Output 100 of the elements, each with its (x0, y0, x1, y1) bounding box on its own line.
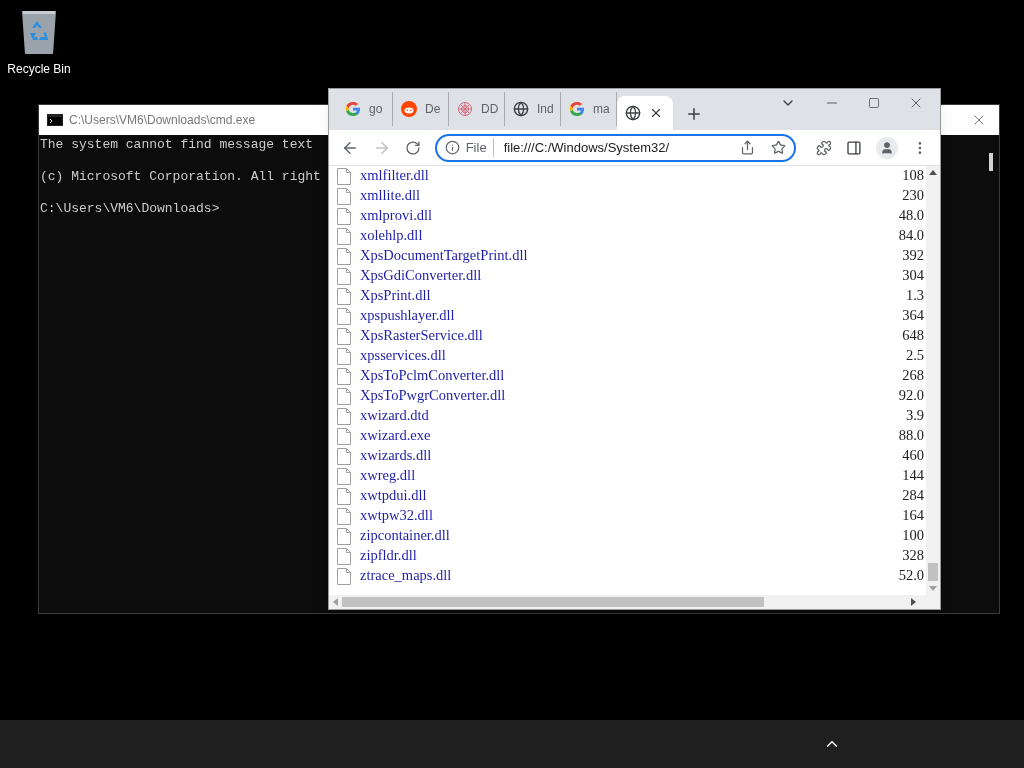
file-size: 392 (902, 246, 924, 266)
scheme-label: File (465, 137, 494, 158)
horizontal-scrollbar[interactable] (329, 595, 940, 609)
browser-tab[interactable] (617, 96, 673, 130)
file-link[interactable]: XpsToPclmConverter.dll (360, 365, 505, 387)
file-size: 648 (902, 326, 924, 346)
file-icon (337, 507, 351, 525)
file-link[interactable]: xpspushlayer.dll (360, 305, 455, 327)
browser-tab[interactable]: DD (449, 92, 505, 126)
window-title: C:\Users\VM6\Downloads\cmd.exe (69, 112, 256, 129)
file-link[interactable]: XpsGdiConverter.dll (360, 265, 482, 287)
flower-icon (457, 101, 473, 117)
vertical-scrollbar[interactable] (926, 166, 940, 595)
file-icon (337, 447, 351, 465)
side-panel-icon[interactable] (846, 139, 863, 156)
scrollbar-thumb[interactable] (342, 597, 764, 607)
google-icon (569, 101, 585, 117)
file-size: 52.0 (898, 566, 924, 586)
console-icon (47, 114, 63, 126)
file-size: 48.0 (898, 206, 924, 226)
file-link[interactable]: xwizards.dll (360, 445, 432, 467)
file-icon (337, 467, 351, 485)
file-icon (337, 187, 351, 205)
file-icon (337, 287, 351, 305)
file-size: 164 (902, 506, 924, 526)
file-icon (337, 367, 351, 385)
reload-icon[interactable] (404, 139, 421, 156)
file-link[interactable]: xwtpdui.dll (360, 485, 427, 507)
file-size: 84.0 (898, 226, 924, 246)
file-link[interactable]: zipcontainer.dll (360, 525, 450, 547)
file-icon (337, 207, 351, 225)
file-size: 1.3 (905, 286, 924, 306)
file-link[interactable]: XpsRasterService.dll (360, 325, 483, 347)
file-icon (337, 327, 351, 345)
file-link[interactable]: xpsservices.dll (360, 345, 446, 367)
console-line: (c) Microsoft Corporation. All right (40, 169, 321, 185)
star-icon[interactable] (771, 140, 787, 155)
address-bar[interactable]: File file:///C:/Windows/System32/ (434, 133, 797, 162)
profile-avatar[interactable] (876, 136, 899, 159)
file-icon (337, 527, 351, 545)
recycle-bin-icon[interactable] (20, 8, 58, 54)
file-size: 3.9 (905, 406, 924, 426)
google-icon (345, 101, 361, 117)
extensions-icon[interactable] (816, 139, 833, 156)
console-line: C:\Users\VM6\Downloads> (40, 201, 220, 217)
file-size: 2.5 (905, 346, 924, 366)
info-icon[interactable] (444, 140, 460, 155)
file-icon (337, 547, 351, 565)
file-icon (337, 167, 351, 185)
browser-tab[interactable]: Ind (505, 92, 561, 126)
maximize-icon[interactable] (868, 96, 880, 109)
file-icon (337, 247, 351, 265)
scrollbar-thumb[interactable] (988, 153, 993, 171)
globe-icon (625, 105, 641, 121)
file-link[interactable]: zipfldr.dll (360, 545, 417, 567)
file-size: 284 (902, 486, 924, 506)
file-icon (337, 267, 351, 285)
scroll-right-icon[interactable] (911, 598, 916, 606)
file-link[interactable]: xmlfilter.dll (360, 166, 429, 187)
browser-tab[interactable]: go (337, 92, 393, 126)
file-link[interactable]: xmllite.dll (360, 185, 420, 207)
file-size: 144 (902, 466, 924, 486)
file-link[interactable]: XpsPrint.dll (360, 285, 431, 307)
file-size: 304 (902, 266, 924, 286)
file-link[interactable]: ztrace_maps.dll (360, 565, 452, 587)
file-link[interactable]: XpsDocumentTargetPrint.dll (360, 245, 528, 267)
share-icon[interactable] (740, 140, 756, 155)
file-size: 328 (902, 546, 924, 566)
file-icon (337, 387, 351, 405)
file-icon (337, 407, 351, 425)
file-size: 92.0 (898, 386, 924, 406)
file-icon (337, 427, 351, 445)
file-size: 108 (902, 166, 924, 186)
alien-icon (401, 101, 417, 117)
url-text: file:///C:/Windows/System32/ (502, 138, 670, 157)
icon-label: Recycle Bin (7, 61, 71, 78)
file-link[interactable]: xwtpw32.dll (360, 505, 433, 527)
file-icon (337, 347, 351, 365)
file-size: 364 (902, 306, 924, 326)
file-link[interactable]: XpsToPwgrConverter.dll (360, 385, 506, 407)
file-icon (337, 487, 351, 505)
file-size: 460 (902, 446, 924, 466)
file-link[interactable]: xwizard.exe (360, 425, 431, 447)
close-tab-icon[interactable] (649, 106, 663, 120)
file-link[interactable]: xmlprovi.dll (360, 205, 433, 227)
file-link[interactable]: xwreg.dll (360, 465, 416, 487)
file-icon (337, 307, 351, 325)
file-icon (337, 567, 351, 585)
file-link[interactable]: xolehlp.dll (360, 225, 423, 247)
file-link[interactable]: xwizard.dtd (360, 405, 429, 427)
browser-tab[interactable]: De (393, 92, 449, 126)
console-line: The system cannot find message text (40, 137, 314, 153)
file-size: 88.0 (898, 426, 924, 446)
file-size: 100 (902, 526, 924, 546)
file-size: 268 (902, 366, 924, 386)
scrollbar-thumb[interactable] (928, 563, 938, 581)
file-size: 230 (902, 186, 924, 206)
file-icon (337, 227, 351, 245)
globe-icon (513, 101, 529, 117)
scroll-up-icon[interactable] (929, 170, 937, 175)
